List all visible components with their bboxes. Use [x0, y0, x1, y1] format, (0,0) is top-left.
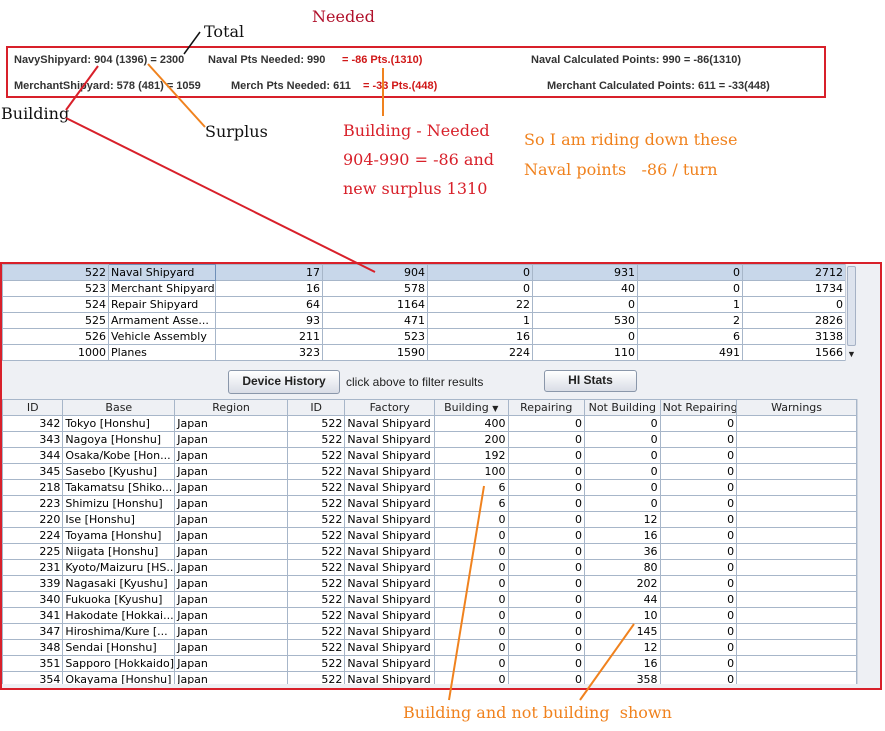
- annotation-lines: [65, 31, 635, 701]
- building-pointer-line-top: [65, 65, 99, 111]
- total-pointer-line: [183, 31, 201, 55]
- building-pointer-line-table: [65, 117, 376, 273]
- surplus-pointer-line: [147, 63, 206, 128]
- not-building-column-pointer: [579, 623, 635, 701]
- building-column-pointer: [448, 485, 485, 701]
